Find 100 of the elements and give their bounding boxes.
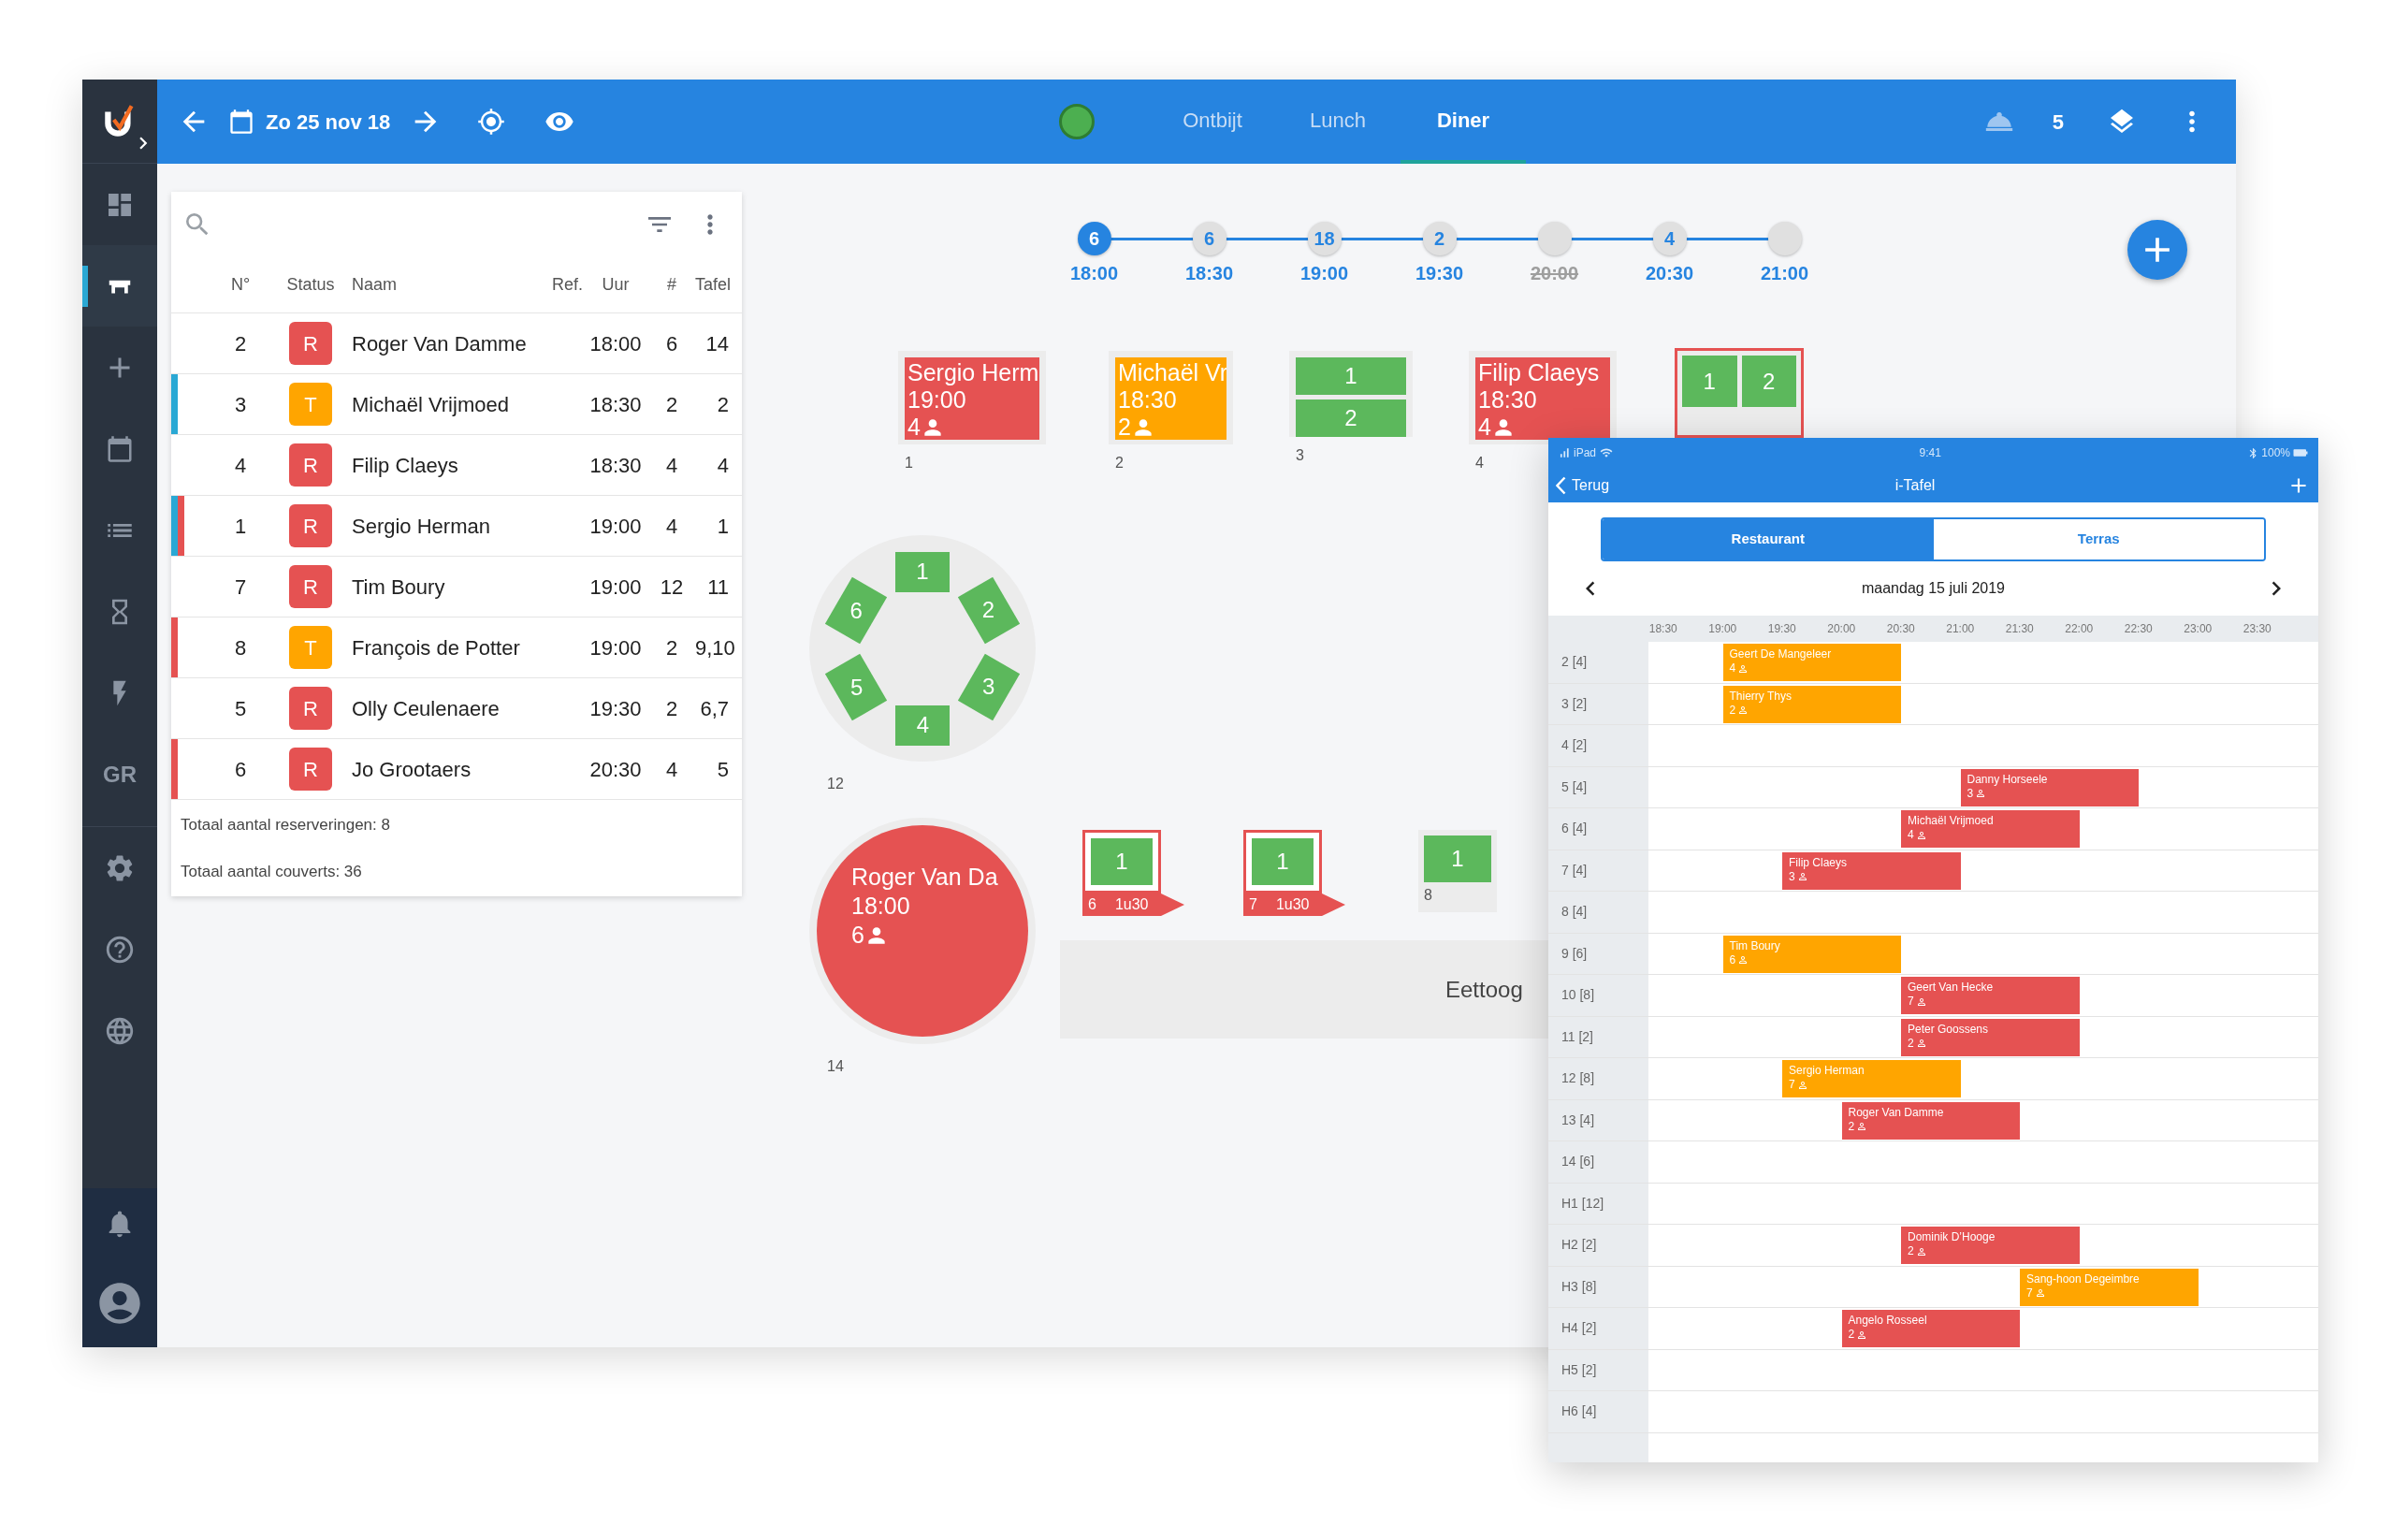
table-cell-text: Tim Boury xyxy=(351,574,446,601)
guest-count: 2 xyxy=(1118,414,1131,440)
column-header[interactable]: N° xyxy=(208,272,273,298)
reservation-time: 18:30 xyxy=(1478,386,1538,414)
reservation-time: 18:30 xyxy=(1118,386,1178,414)
person-icon xyxy=(1856,1329,1868,1341)
table-cell-text: 14 xyxy=(704,330,730,357)
back-button[interactable]: Terug xyxy=(1556,473,1610,497)
table-cell-text: 6,7 xyxy=(699,695,730,722)
booking-bar[interactable]: Dominik D’Hooge 2 xyxy=(1901,1227,2080,1264)
guest-count: 4 xyxy=(1478,414,1491,440)
reservation-row[interactable]: 3 T Michaël Vrijmoed 18:30 2 2 xyxy=(171,374,742,435)
reservation-row[interactable]: 5 R Olly Ceulenaere 19:30 2 6,7 xyxy=(171,678,742,739)
table-label: 7 [4] xyxy=(1548,850,1648,891)
seat[interactable]: 2 xyxy=(1296,400,1406,437)
column-header[interactable]: Ref. xyxy=(541,272,583,298)
carrier-label: iPad xyxy=(1574,445,1597,461)
time-slot-label[interactable]: 18:30 xyxy=(1184,259,1234,287)
seat[interactable]: 1 xyxy=(1424,835,1491,882)
reservation-row[interactable]: 7 R Tim Boury 19:00 12 11 xyxy=(171,557,742,617)
time-label: 21:30 xyxy=(2004,621,2035,637)
seat[interactable]: 2 xyxy=(1741,356,1796,407)
round-table[interactable]: Roger Van Da 18:00 6 xyxy=(809,818,1036,1044)
table-card[interactable]: 1 2 xyxy=(1677,351,1801,435)
column-header[interactable]: # xyxy=(648,272,695,298)
seat[interactable]: 3 xyxy=(957,653,1021,720)
column-header[interactable]: Naam xyxy=(348,272,541,298)
time-slot-label[interactable]: 21:00 xyxy=(1760,259,1809,287)
table-card[interactable]: 1 xyxy=(1082,830,1161,893)
table-cell-text: 4 xyxy=(664,452,679,479)
seat[interactable]: 1 xyxy=(1091,838,1153,885)
column-header[interactable]: Uur xyxy=(583,272,648,298)
booking-bar[interactable]: Geert De Mangeleer 4 xyxy=(1722,644,1901,681)
segment-tab[interactable]: Restaurant xyxy=(1603,519,1934,559)
table-label: 8 [4] xyxy=(1548,892,1648,933)
table-cell-text: Michaël Vrijmoed xyxy=(351,391,510,418)
meal-tab[interactable]: Lunch xyxy=(1275,80,1401,164)
column-header[interactable]: Tafel xyxy=(695,272,734,298)
table-label: 2 [4] xyxy=(1548,642,1648,683)
booking-bar[interactable]: Geert Van Hecke 7 xyxy=(1901,977,2080,1014)
table-cell-text: 2 xyxy=(664,695,679,722)
booking-bar[interactable]: Roger Van Damme 2 xyxy=(1841,1101,2020,1140)
table-cell-text: 6 xyxy=(233,756,248,783)
time-slot-label[interactable]: 18:00 xyxy=(1069,259,1119,287)
seat[interactable]: 1 xyxy=(1252,838,1314,885)
calendar-icon[interactable] xyxy=(228,109,254,135)
booking-bar[interactable]: Tim Boury 6 xyxy=(1722,935,1901,973)
reservation-row[interactable]: 6 R Jo Grootaers 20:30 4 5 xyxy=(171,739,742,800)
table-card[interactable]: Sergio Herm 19:00 4 xyxy=(898,351,1046,444)
table-card[interactable]: 1 2 xyxy=(1289,351,1413,437)
add-button[interactable] xyxy=(2127,220,2187,280)
dining-zone[interactable]: Eettoog xyxy=(1060,940,1548,1039)
reservation-row[interactable]: 2 R Roger Van Damme 18:00 6 14 xyxy=(171,313,742,374)
table-cell-text: 4 xyxy=(664,513,679,540)
seat[interactable]: 1 xyxy=(1296,357,1406,395)
reservation-row[interactable]: 1 R Sergio Herman 19:00 4 1 xyxy=(171,496,742,557)
booking-bar[interactable]: Michaël Vrijmoed 4 xyxy=(1901,810,2080,848)
table-label: 3 [2] xyxy=(1548,683,1648,724)
person-icon xyxy=(1796,871,1808,882)
table-cell-text: 18:30 xyxy=(588,452,643,479)
booking-bar[interactable]: Thierry Thys 2 xyxy=(1722,685,1901,723)
table-cell-text: 1 xyxy=(716,513,730,540)
person-icon xyxy=(1796,1079,1808,1091)
wifi-icon xyxy=(1600,446,1614,459)
table-label: 10 [8] xyxy=(1548,975,1648,1016)
booking-bar[interactable]: Sang-hoon Degeimbre 7 xyxy=(2020,1268,2199,1306)
table-label: 14 [6] xyxy=(1548,1141,1648,1183)
meal-tab[interactable]: Diner xyxy=(1401,80,1526,164)
seat[interactable]: 1 xyxy=(1682,356,1737,407)
table-card[interactable]: Filip Claeys 18:30 4 xyxy=(1469,351,1617,444)
reservation-row[interactable]: 8 T François de Potter 19:00 2 9,10 xyxy=(171,617,742,678)
column-header[interactable]: Status xyxy=(273,272,348,298)
meal-tab[interactable]: Ontbijt xyxy=(1150,80,1275,164)
table-card[interactable]: 1 8 xyxy=(1418,830,1497,912)
booking-bar[interactable]: Angelo Rosseel 2 xyxy=(1841,1310,2020,1347)
time-slot-label[interactable]: 19:00 xyxy=(1299,259,1349,287)
table-label: 6 [4] xyxy=(1548,808,1648,850)
time-slot-label[interactable]: 20:30 xyxy=(1645,259,1694,287)
date-label[interactable]: Zo 25 nov 18 xyxy=(266,106,397,138)
table-cell-text: 18:30 xyxy=(588,391,643,418)
booking-bar[interactable]: Sergio Herman 7 xyxy=(1782,1060,1961,1097)
table-label: 12 [8] xyxy=(1548,1058,1648,1099)
seat[interactable]: 4 xyxy=(895,705,950,746)
duration-tag: 7 1u30 xyxy=(1243,893,1345,916)
locate-icon[interactable] xyxy=(477,108,505,136)
time-slot-label[interactable]: 19:30 xyxy=(1415,259,1464,287)
table-cell-text: 19:00 xyxy=(588,574,643,601)
table-card[interactable]: Michaël Vr 18:30 2 xyxy=(1109,351,1233,444)
initials-button[interactable]: GR xyxy=(103,757,137,792)
reservation-row[interactable]: 4 R Filip Claeys 18:30 4 4 xyxy=(171,435,742,496)
booking-bar[interactable]: Peter Goossens 2 xyxy=(1901,1018,2080,1056)
calendar-icon[interactable] xyxy=(106,434,134,463)
seat[interactable]: 6 xyxy=(824,576,888,644)
seat[interactable]: 5 xyxy=(824,653,888,720)
seat[interactable]: 2 xyxy=(957,576,1021,644)
booking-bar[interactable]: Danny Horseele 3 xyxy=(1960,768,2139,806)
table-card[interactable]: 1 xyxy=(1243,830,1322,893)
booking-bar[interactable]: Filip Claeys 3 xyxy=(1782,851,1961,890)
round-table[interactable]: 1 2 3 4 5 6 xyxy=(809,535,1036,762)
seat[interactable]: 1 xyxy=(895,551,950,592)
